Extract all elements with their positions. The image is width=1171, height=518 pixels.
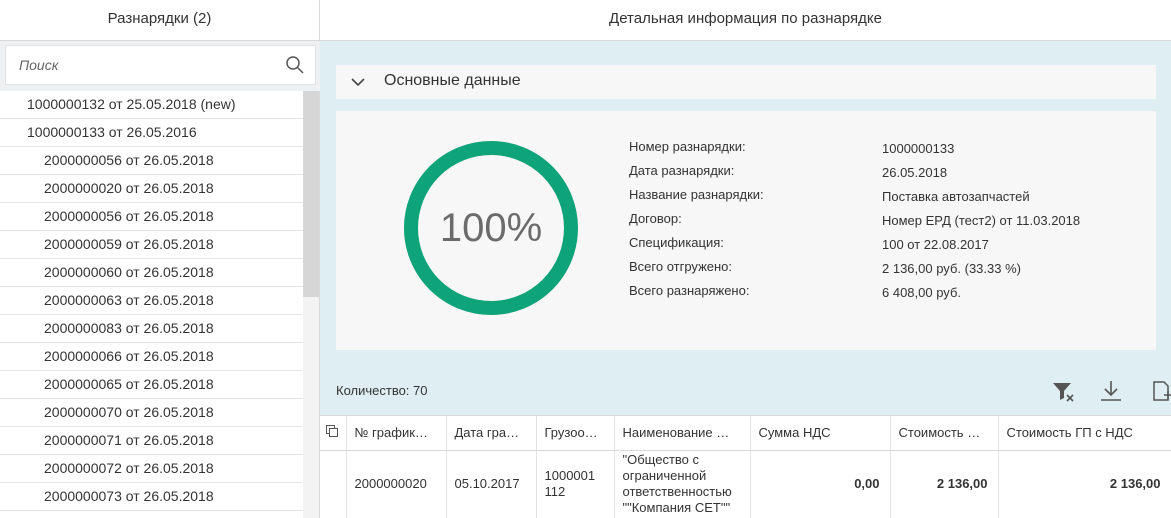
list-item[interactable]: 2000000071 от 26.05.2018 [0,427,303,455]
select-all-header[interactable] [320,416,347,451]
detail-label: Название разнарядки: [629,187,764,202]
allocation-list: 1000000132 от 25.05.2018 (new) 1000000133… [0,91,303,518]
detail-value: 6 408,00 руб. [882,285,962,300]
table-cell-vat: 0,00 [750,450,891,518]
section-title: Основные данные [384,72,521,89]
table-cell-shipper: 1000001 112 [536,450,615,518]
main-data-panel: 100% Номер разнарядки: 1000000133 Дата раз… [336,111,1156,350]
column-header[interactable]: Стоимость ГП с НДС [998,416,1171,451]
list-scrollbar[interactable] [303,91,319,518]
list-item[interactable]: 2000000070 от 26.05.2018 [0,399,303,427]
right-pane-title: Детальная информация по разнарядке [320,0,1171,41]
list-item[interactable]: 2000000063 от 26.05.2018 [0,287,303,315]
table-cell-cost: 2 136,00 [890,450,999,518]
detail-label: Номер разнарядки: [629,139,746,154]
table-cell-schedule-no: 2000000020 [346,450,447,518]
detail-value: 26.05.2018 [882,165,948,180]
search-bar [0,41,320,91]
row-select-cell[interactable] [320,450,347,518]
column-header[interactable]: Дата гра… [446,416,537,451]
list-item[interactable]: 1000000132 от 25.05.2018 (new) [0,91,303,119]
column-header[interactable]: Грузоо… [536,416,615,451]
detail-value: 2 136,00 руб. (33.33 %) [882,261,1021,276]
search-icon[interactable] [285,55,305,75]
list-item[interactable]: 2000000059 от 26.05.2018 [0,231,303,259]
export-icon[interactable] [1148,378,1171,404]
column-header[interactable]: № график… [346,416,447,451]
column-header[interactable]: Наименование … [614,416,751,451]
detail-value: Поставка автозапчастей [882,189,1030,204]
detail-label: Спецификация: [629,235,724,250]
detail-value: Номер ЕРД (тест2) от 11.03.2018 [882,213,1081,228]
detail-label: Договор: [629,211,682,226]
schedule-table: № график… Дата гра… Грузоо… Наименование … С… [320,415,1171,518]
search-box [5,45,316,85]
detail-value: 1000000133 [882,141,955,156]
detail-value: 100 от 22.08.2017 [882,237,989,252]
list-item[interactable]: 2000000066 от 26.05.2018 [0,343,303,371]
table-row[interactable]: 2000000020 05.10.2017 1000001 112 "Общество… [320,450,1171,518]
row-count: Количество: 70 [336,383,428,398]
list-item[interactable]: 2000000020 от 26.05.2018 [0,175,303,203]
detail-label: Всего разнаряжено: [629,283,750,298]
filter-clear-icon[interactable] [1050,378,1076,404]
progress-label: 100% [439,206,543,250]
select-all-icon[interactable] [326,425,338,438]
search-input[interactable] [6,46,276,84]
download-icon[interactable] [1098,378,1124,404]
chevron-down-icon[interactable] [350,75,366,89]
list-item[interactable]: 2000000060 от 26.05.2018 [0,259,303,287]
section-header[interactable]: Основные данные [336,65,1156,99]
list-item[interactable]: 2000000073 от 26.05.2018 [0,483,303,511]
scrollbar-thumb[interactable] [303,91,319,297]
list-item[interactable]: 2000000056 от 26.05.2018 [0,147,303,175]
table-cell-cost-vat: 2 136,00 [998,450,1171,518]
list-item[interactable]: 2000000083 от 26.05.2018 [0,315,303,343]
left-pane: Разнарядки (2) 1000000132 от 25.05.2018 … [0,0,320,518]
detail-label: Всего отгружено: [629,259,733,274]
left-pane-title: Разнарядки (2) [0,0,319,41]
list-item[interactable]: 1000000133 от 26.05.2016 [0,119,303,147]
column-header[interactable]: Сумма НДС [750,416,891,451]
list-item[interactable]: 2000000056 от 26.05.2018 [0,203,303,231]
table-cell-date: 05.10.2017 [446,450,537,518]
list-item[interactable]: 2000000072 от 26.05.2018 [0,455,303,483]
column-header[interactable]: Стоимость … [890,416,999,451]
list-item[interactable]: 2000000065 от 26.05.2018 [0,371,303,399]
table-cell-shipper-name: "Общество с ограниченной ответственность… [614,450,751,518]
detail-label: Дата разнарядки: [629,163,735,178]
table-header-row: № график… Дата гра… Грузоо… Наименование … С… [320,416,1171,451]
details-area: Основные данные 100% Номер разнарядки: 10… [320,41,1171,415]
